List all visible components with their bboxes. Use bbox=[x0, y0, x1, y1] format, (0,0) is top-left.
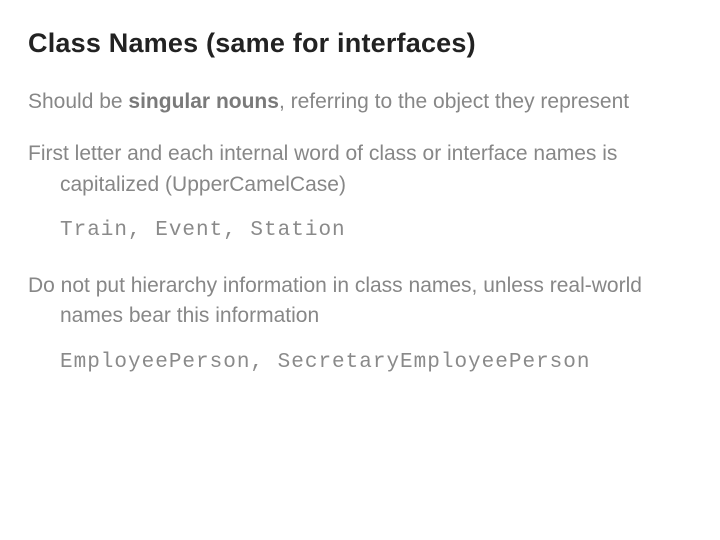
slide-title: Class Names (same for interfaces) bbox=[28, 28, 692, 59]
text-fragment: , referring to the object they represent bbox=[279, 90, 629, 113]
code-example-bad: EmployeePerson, SecretaryEmployeePerson bbox=[60, 348, 692, 378]
code-example-good: Train, Event, Station bbox=[60, 216, 692, 246]
text-fragment: Should be bbox=[28, 90, 128, 113]
point-singular-nouns: Should be singular nouns, referring to t… bbox=[28, 87, 692, 117]
slide-body: Should be singular nouns, referring to t… bbox=[28, 87, 692, 378]
slide: Class Names (same for interfaces) Should… bbox=[0, 0, 720, 540]
point-capitalization: First letter and each internal word of c… bbox=[28, 139, 692, 200]
point-hierarchy: Do not put hierarchy information in clas… bbox=[28, 271, 692, 332]
emphasis-singular-nouns: singular nouns bbox=[128, 90, 279, 113]
